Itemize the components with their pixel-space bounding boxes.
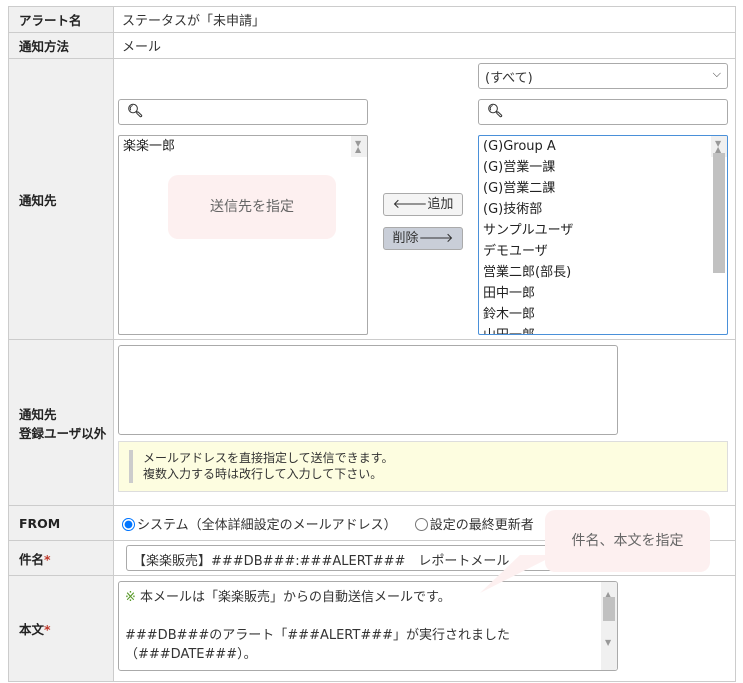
list-item[interactable]: 山田一郎 bbox=[479, 325, 727, 334]
alert-settings-table: アラート名 ステータスが「未申請」 通知方法 メール 通知先 🔍︎ 楽楽一郎 ▲… bbox=[8, 6, 736, 682]
group-filter-select[interactable]: (すべて) ⌵ bbox=[478, 63, 728, 89]
email-hint-note: メールアドレスを直接指定して送信できます。 複数入力する時は改行して入力して下さ… bbox=[118, 441, 728, 492]
alert-name-value: ステータスが「未申請」 bbox=[113, 6, 736, 33]
list-item[interactable]: 営業二郎(部長) bbox=[479, 262, 727, 283]
list-item[interactable]: (G)技術部 bbox=[479, 199, 727, 220]
scrollbar[interactable]: ▲ ▼ bbox=[351, 136, 367, 157]
arrow-right-icon: 🡒︎ bbox=[418, 231, 454, 246]
callout-recipients: 送信先を指定 bbox=[168, 175, 336, 239]
from-option-system[interactable]: システム（全体詳細設定のメールアドレス） bbox=[122, 517, 397, 533]
right-search-input[interactable]: 🔍︎ bbox=[478, 99, 728, 125]
left-search-input[interactable]: 🔍︎ bbox=[118, 99, 368, 125]
label-other-recipients: 通知先 登録ユーザ以外 bbox=[8, 339, 114, 506]
list-item[interactable]: サンプルユーザ bbox=[479, 220, 727, 241]
remove-button[interactable]: 削除🡒︎ bbox=[383, 227, 463, 250]
callout-subject-body: 件名、本文を指定 bbox=[545, 510, 710, 572]
list-item[interactable]: デモユーザ bbox=[479, 241, 727, 262]
search-icon: 🔍︎ bbox=[127, 104, 144, 119]
scrollbar[interactable]: ▲ ▼ bbox=[711, 136, 727, 273]
label-subject: 件名* bbox=[8, 540, 114, 576]
available-users-list[interactable]: (G)Group A (G)営業一課 (G)営業二課 (G)技術部 サンプルユー… bbox=[478, 135, 728, 335]
arrow-left-icon: 🡐︎ bbox=[392, 197, 428, 212]
list-item[interactable]: (G)営業一課 bbox=[479, 157, 727, 178]
label-recipients: 通知先 bbox=[8, 58, 114, 340]
chevron-down-icon: ⌵ bbox=[712, 67, 721, 80]
list-item[interactable]: 楽楽一郎 bbox=[119, 136, 367, 157]
radio-system[interactable] bbox=[122, 517, 135, 531]
list-item[interactable]: 田中一郎 bbox=[479, 283, 727, 304]
label-from: FROM bbox=[8, 505, 114, 541]
list-item[interactable]: (G)Group A bbox=[479, 136, 727, 157]
from-option-last-updater[interactable]: 設定の最終更新者 bbox=[414, 517, 534, 533]
other-emails-textarea[interactable] bbox=[118, 345, 618, 435]
list-item[interactable]: 鈴木一郎 bbox=[479, 304, 727, 325]
method-value: メール bbox=[113, 32, 736, 59]
scrollbar[interactable]: ▲ ▼ bbox=[601, 582, 617, 670]
label-alert-name: アラート名 bbox=[8, 6, 114, 33]
radio-last-updater[interactable] bbox=[414, 517, 428, 531]
recipients-cell: 🔍︎ 楽楽一郎 ▲ ▼ 送信先を指定 🡐︎追加 削除🡒︎ (すべて) ⌵ 🔍︎ (G… bbox=[113, 58, 736, 340]
label-body: 本文* bbox=[8, 575, 114, 682]
search-icon: 🔍︎ bbox=[487, 104, 504, 119]
list-item[interactable]: (G)営業二課 bbox=[479, 178, 727, 199]
add-button[interactable]: 🡐︎追加 bbox=[383, 193, 463, 216]
label-method: 通知方法 bbox=[8, 32, 114, 59]
